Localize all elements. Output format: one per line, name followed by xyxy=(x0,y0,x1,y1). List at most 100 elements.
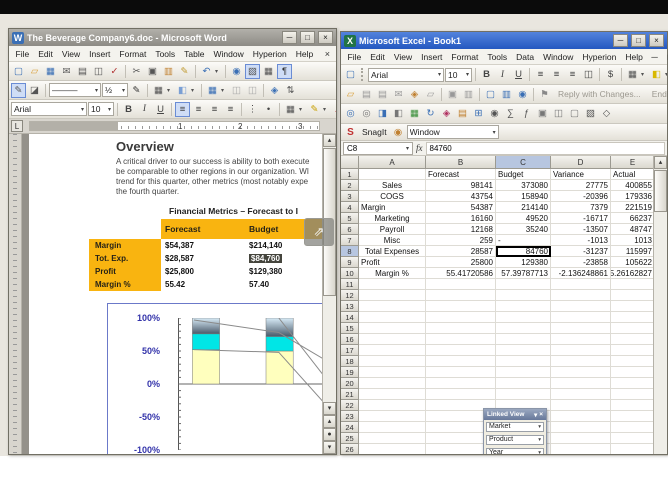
cell-C20[interactable] xyxy=(496,378,551,389)
minimize-workbook-icon[interactable]: ─ xyxy=(647,52,661,62)
cell-D6[interactable]: -13507 xyxy=(551,224,611,235)
print-preview-icon[interactable]: ◫ xyxy=(91,64,106,79)
word-menu-insert[interactable]: Insert xyxy=(85,49,115,59)
hyperlink-icon[interactable]: ◉ xyxy=(229,64,244,79)
cell-D25[interactable] xyxy=(551,433,611,444)
cell-C18[interactable] xyxy=(496,356,551,367)
row-header-12[interactable]: 12 xyxy=(341,290,359,301)
cell-A19[interactable] xyxy=(359,367,426,378)
word-menu-tools[interactable]: Tools xyxy=(151,49,180,59)
cell-A18[interactable] xyxy=(359,356,426,367)
font-name-combo[interactable]: Arial ▾ xyxy=(368,67,444,82)
word-title-bar[interactable]: W The Beverage Company6.doc - Microsoft … xyxy=(9,29,336,46)
table-autoformat-icon[interactable]: ◈ xyxy=(267,83,282,98)
row-header-16[interactable]: 16 xyxy=(341,334,359,345)
cell-C21[interactable] xyxy=(496,389,551,400)
cell-E13[interactable] xyxy=(611,301,653,312)
row-header-6[interactable]: 6 xyxy=(341,224,359,235)
snagit-capture-target-combo[interactable]: Window ▾ xyxy=(406,125,499,139)
align-center-button[interactable]: ≡ xyxy=(549,67,564,82)
row-header-7[interactable]: 7 xyxy=(341,235,359,246)
cell-B18[interactable] xyxy=(426,356,496,367)
cell-D20[interactable] xyxy=(551,378,611,389)
cell-C14[interactable] xyxy=(496,312,551,323)
excel-menu-insert[interactable]: Insert xyxy=(417,52,447,62)
excel-menu-view[interactable]: View xyxy=(389,52,416,62)
word-menu-table[interactable]: Table xyxy=(180,49,209,59)
sort-ascending-icon[interactable]: ⇅ xyxy=(283,83,298,98)
zoom-in-icon[interactable]: ◎ xyxy=(343,106,358,121)
print-icon[interactable]: ▤ xyxy=(75,64,90,79)
merge-cells-icon[interactable]: ◫ xyxy=(229,83,244,98)
cell-B10[interactable]: 55.41720586 xyxy=(426,268,496,279)
cell-A8[interactable]: Total Expenses xyxy=(359,246,426,257)
cell-A5[interactable]: Marketing xyxy=(359,213,426,224)
mail-icon[interactable]: ✉ xyxy=(391,87,406,102)
dropdown-arrow-icon[interactable]: ▾ xyxy=(466,71,469,78)
linked-view-market-dropdown[interactable]: Market ▾ xyxy=(486,421,544,432)
cell-C19[interactable] xyxy=(496,367,551,378)
dropdown-arrow-icon[interactable]: ▾ xyxy=(167,87,174,94)
cell-A26[interactable] xyxy=(359,444,426,454)
cell-E21[interactable] xyxy=(611,389,653,400)
currency-button[interactable]: $ xyxy=(603,67,618,82)
font-name-combo[interactable]: Arial ▾ xyxy=(11,102,87,116)
cell-D2[interactable]: 27775 xyxy=(551,180,611,191)
cell-A21[interactable] xyxy=(359,389,426,400)
cell-B14[interactable] xyxy=(426,312,496,323)
dropdown-arrow-icon[interactable]: ▾ xyxy=(122,87,125,94)
excel-menu-format[interactable]: Format xyxy=(447,52,483,62)
link-icon[interactable]: ▧ xyxy=(583,106,598,121)
cell-D18[interactable] xyxy=(551,356,611,367)
row-header-11[interactable]: 11 xyxy=(341,279,359,290)
restore-button[interactable]: □ xyxy=(631,34,646,47)
word-menu-window[interactable]: Window xyxy=(209,49,248,59)
cut-icon[interactable]: ✂ xyxy=(129,64,144,79)
cell-A17[interactable] xyxy=(359,345,426,356)
cell-C2[interactable]: 373080 xyxy=(496,180,551,191)
member-selection-icon[interactable]: ▦ xyxy=(407,106,422,121)
cell-B3[interactable]: 43754 xyxy=(426,191,496,202)
restore-button[interactable]: □ xyxy=(300,31,315,44)
cell-B13[interactable] xyxy=(426,301,496,312)
cell-C3[interactable]: 158940 xyxy=(496,191,551,202)
row-header-20[interactable]: 20 xyxy=(341,378,359,389)
open-icon[interactable]: ▱ xyxy=(27,64,42,79)
clipboard-icon[interactable]: ▥ xyxy=(499,87,514,102)
word-menu-view[interactable]: View xyxy=(57,49,84,59)
cell-B1[interactable]: Forecast xyxy=(426,169,496,180)
chevron-down-icon[interactable]: ▾ xyxy=(534,411,537,419)
cell-E24[interactable] xyxy=(611,422,653,433)
cell-A12[interactable] xyxy=(359,290,426,301)
row-header-4[interactable]: 4 xyxy=(341,202,359,213)
column-header-e[interactable]: E xyxy=(611,156,653,169)
cell-D3[interactable]: -20396 xyxy=(551,191,611,202)
select-browse-object-icon[interactable]: ● xyxy=(323,428,336,441)
cell-E7[interactable]: 1013 xyxy=(611,235,653,246)
align-center-button[interactable]: ≡ xyxy=(191,102,206,117)
folder-icon[interactable]: ▱ xyxy=(423,87,438,102)
open-icon[interactable]: ▱ xyxy=(343,87,358,102)
cell-E20[interactable] xyxy=(611,378,653,389)
document-chart[interactable]: 100% 50% 0% -50% -100% xyxy=(107,303,322,454)
cell-D17[interactable] xyxy=(551,345,611,356)
font-size-combo[interactable]: 10 ▾ xyxy=(88,102,114,116)
cell-E5[interactable]: 66237 xyxy=(611,213,653,224)
select-all-corner[interactable] xyxy=(341,156,359,169)
workbook-icon[interactable]: ▢ xyxy=(567,106,582,121)
function-icon[interactable]: ƒ xyxy=(519,106,534,121)
dropdown-arrow-icon[interactable]: ▾ xyxy=(215,68,222,75)
cell-D22[interactable] xyxy=(551,400,611,411)
italic-button[interactable]: I xyxy=(137,102,152,117)
border-color-icon[interactable]: ✎ xyxy=(129,83,144,98)
vertical-ruler[interactable] xyxy=(9,134,22,454)
row-header-22[interactable]: 22 xyxy=(341,400,359,411)
name-box[interactable]: C8 ▾ xyxy=(343,141,413,155)
row-header-19[interactable]: 19 xyxy=(341,367,359,378)
copy-icon[interactable]: ▣ xyxy=(445,87,460,102)
row-header-17[interactable]: 17 xyxy=(341,345,359,356)
copy-icon[interactable]: ▣ xyxy=(145,64,160,79)
chart-icon[interactable]: ▤ xyxy=(455,106,470,121)
cell-D16[interactable] xyxy=(551,334,611,345)
row-header-10[interactable]: 10 xyxy=(341,268,359,279)
